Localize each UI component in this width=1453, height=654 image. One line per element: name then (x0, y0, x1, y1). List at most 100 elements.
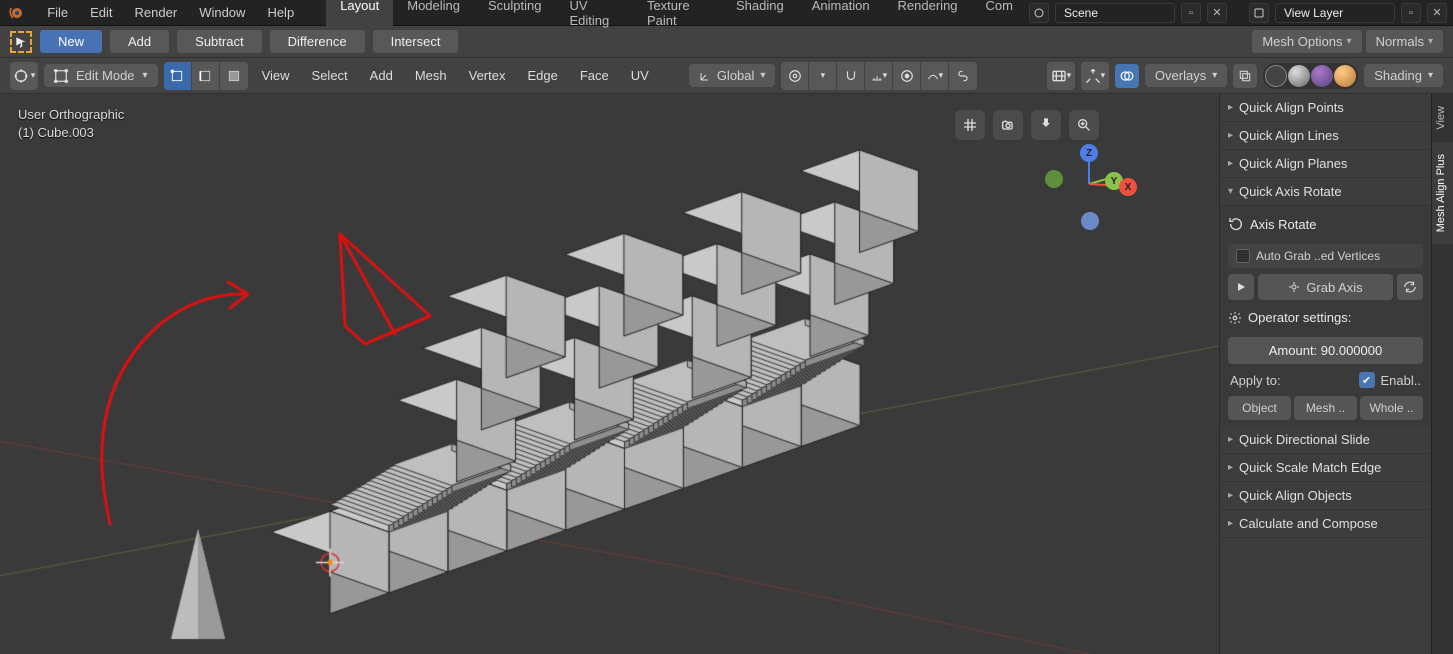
face-select-icon[interactable] (220, 62, 248, 90)
vertex-select-icon[interactable] (164, 62, 192, 90)
menu-file[interactable]: File (37, 1, 78, 24)
snap-magnet-icon[interactable] (837, 62, 865, 90)
snap-dd-icon[interactable]: ▾ (809, 62, 837, 90)
shading-segment (1263, 63, 1358, 89)
tab-shading[interactable]: Shading (722, 0, 798, 32)
shading-dropdown[interactable]: Shading▾ (1364, 64, 1443, 87)
enable-checkbox[interactable]: ✔ (1359, 372, 1375, 388)
select-box-icon[interactable] (10, 31, 32, 53)
shading-rendered-icon[interactable] (1334, 65, 1356, 87)
vtab-mesh-align-plus[interactable]: Mesh Align Plus (1432, 142, 1453, 244)
axis-neg-y-icon[interactable] (1045, 170, 1063, 188)
viewlayer-new-icon[interactable]: ▫ (1401, 3, 1421, 23)
tab-com[interactable]: Com (972, 0, 1027, 32)
xray-toggle[interactable] (1233, 64, 1257, 88)
mesh-options-dropdown[interactable]: Mesh Options▾ (1252, 30, 1361, 53)
proportional-edit-icon[interactable] (893, 62, 921, 90)
refresh-button[interactable] (1397, 274, 1423, 300)
n-panel: ▸Quick Align Points ▸Quick Align Lines ▸… (1219, 94, 1431, 654)
shading-wireframe-icon[interactable] (1265, 65, 1287, 87)
editor-type-icon[interactable]: ▾ (10, 62, 38, 90)
proportional-curve-icon[interactable]: ▾ (921, 62, 949, 90)
target-whole-button[interactable]: Whole .. (1360, 396, 1423, 420)
linked-edit-icon[interactable] (949, 62, 977, 90)
vp-menu-edge[interactable]: Edge (519, 64, 565, 87)
subtract-button[interactable]: Subtract (177, 30, 261, 53)
add-button[interactable]: Add (110, 30, 169, 53)
shading-solid-icon[interactable] (1288, 65, 1310, 87)
overlays-toggle[interactable] (1115, 64, 1139, 88)
camera-view-icon[interactable] (993, 110, 1023, 140)
viewport-info: User Orthographic (1) Cube.003 (18, 106, 124, 142)
panel-calculate-and-compose[interactable]: ▸Calculate and Compose (1220, 510, 1431, 538)
tab-sculpting[interactable]: Sculpting (474, 0, 555, 32)
apply-target-segment: Object Mesh .. Whole .. (1228, 396, 1423, 420)
viewlayer-browse-icon[interactable] (1249, 3, 1269, 23)
normals-dropdown[interactable]: Normals▾ (1366, 30, 1443, 53)
menu-window[interactable]: Window (189, 1, 255, 24)
vtab-view[interactable]: View (1432, 94, 1453, 142)
vp-menu-face[interactable]: Face (572, 64, 617, 87)
axis-neg-z-icon[interactable] (1081, 212, 1099, 230)
vp-menu-select[interactable]: Select (304, 64, 356, 87)
pan-view-icon[interactable] (1031, 110, 1061, 140)
vp-menu-uv[interactable]: UV (623, 64, 657, 87)
vp-menu-add[interactable]: Add (362, 64, 401, 87)
tab-layout[interactable]: Layout (326, 0, 393, 32)
target-mesh-button[interactable]: Mesh .. (1294, 396, 1357, 420)
quick-axis-rotate-body: Axis Rotate Auto Grab ..ed Vertices Grab… (1220, 206, 1431, 426)
checkbox-icon[interactable] (1236, 249, 1250, 263)
grab-axis-button[interactable]: Grab Axis (1258, 274, 1393, 300)
scene-new-icon[interactable]: ▫ (1181, 3, 1201, 23)
axis-z-icon[interactable]: Z (1080, 144, 1098, 162)
menu-edit[interactable]: Edit (80, 1, 122, 24)
grid-display-icon[interactable] (955, 110, 985, 140)
amount-field[interactable]: Amount: 90.000000 (1228, 337, 1423, 364)
nav-widget-group (955, 110, 1099, 140)
tab-animation[interactable]: Animation (798, 0, 884, 32)
overlays-dropdown[interactable]: Overlays▾ (1145, 64, 1227, 87)
tab-modeling[interactable]: Modeling (393, 0, 474, 32)
intersect-button[interactable]: Intersect (373, 30, 459, 53)
snap-increment-icon[interactable]: ▾ (865, 62, 893, 90)
orbit-gizmo[interactable]: Z Y X (1049, 144, 1129, 224)
play-button[interactable] (1228, 274, 1254, 300)
tab-uvediting[interactable]: UV Editing (555, 0, 632, 32)
vp-menu-mesh[interactable]: Mesh (407, 64, 455, 87)
panel-quick-align-objects[interactable]: ▸Quick Align Objects (1220, 482, 1431, 510)
difference-button[interactable]: Difference (270, 30, 365, 53)
menu-render[interactable]: Render (125, 1, 188, 24)
scene-canvas[interactable] (0, 94, 1219, 654)
viewport-header: ▾ Edit Mode▾ View Select Add Mesh Vertex… (0, 58, 1453, 94)
shading-matprev-icon[interactable] (1311, 65, 1333, 87)
orientation-dropdown[interactable]: Global▾ (689, 64, 776, 87)
viewport[interactable]: User Orthographic (1) Cube.003 Z Y X (0, 94, 1219, 654)
viewlayer-delete-icon[interactable]: ✕ (1427, 3, 1447, 23)
mode-dropdown[interactable]: Edit Mode▾ (44, 64, 158, 87)
target-object-button[interactable]: Object (1228, 396, 1291, 420)
tab-rendering[interactable]: Rendering (884, 0, 972, 32)
scene-browse-icon[interactable] (1029, 3, 1049, 23)
vp-menu-vertex[interactable]: Vertex (461, 64, 514, 87)
apply-to-label: Apply to: (1230, 373, 1281, 388)
panel-quick-scale-match-edge[interactable]: ▸Quick Scale Match Edge (1220, 454, 1431, 482)
gizmos-icon[interactable]: ▾ (1081, 62, 1109, 90)
visibility-icon[interactable]: ▾ (1047, 62, 1075, 90)
axis-x-icon[interactable]: X (1119, 178, 1137, 196)
panel-quick-align-lines[interactable]: ▸Quick Align Lines (1220, 122, 1431, 150)
scene-name-field[interactable]: Scene (1055, 3, 1175, 23)
menu-help[interactable]: Help (257, 1, 304, 24)
viewlayer-name-field[interactable]: View Layer (1275, 3, 1395, 23)
panel-quick-align-planes[interactable]: ▸Quick Align Planes (1220, 150, 1431, 178)
panel-quick-directional-slide[interactable]: ▸Quick Directional Slide (1220, 426, 1431, 454)
edge-select-icon[interactable] (192, 62, 220, 90)
new-button[interactable]: New (40, 30, 102, 53)
tab-texturepaint[interactable]: Texture Paint (633, 0, 722, 32)
scene-delete-icon[interactable]: ✕ (1207, 3, 1227, 23)
panel-quick-axis-rotate[interactable]: ▾Quick Axis Rotate (1220, 178, 1431, 206)
auto-grab-checkbox[interactable]: Auto Grab ..ed Vertices (1228, 244, 1423, 268)
panel-quick-align-points[interactable]: ▸Quick Align Points (1220, 94, 1431, 122)
zoom-view-icon[interactable] (1069, 110, 1099, 140)
pivot-icon[interactable] (781, 62, 809, 90)
vp-menu-view[interactable]: View (254, 64, 298, 87)
